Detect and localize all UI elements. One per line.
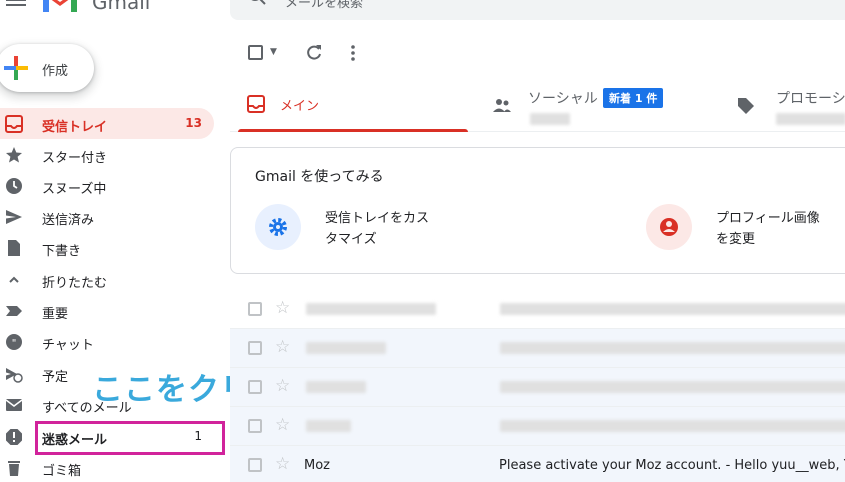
blurred-subject bbox=[500, 342, 845, 354]
active-tab-indicator bbox=[238, 129, 468, 132]
card-item-line: を変更 bbox=[716, 232, 756, 247]
sidebar-item-collapse[interactable]: 折りたたむ bbox=[0, 264, 214, 295]
row-checkbox[interactable] bbox=[248, 458, 262, 472]
tab-label: ソーシャル bbox=[528, 91, 598, 107]
row-checkbox[interactable] bbox=[248, 419, 262, 433]
blurred-preview bbox=[776, 113, 845, 125]
sidebar-item-label: チャット bbox=[42, 338, 94, 353]
search-input[interactable]: メールを検索 bbox=[285, 0, 363, 11]
annotation-highlight-box bbox=[35, 421, 225, 455]
tab-primary[interactable]: メイン bbox=[238, 76, 468, 132]
get-started-card: Gmail を使ってみる 受信トレイをカス タマイズ プロフィール画像 を変更 bbox=[230, 147, 845, 274]
tab-social[interactable]: ソーシャル 新着 1 件 bbox=[490, 76, 720, 132]
spam-icon bbox=[6, 429, 22, 445]
sidebar-item-label: 重要 bbox=[42, 307, 69, 322]
main-menu-icon[interactable] bbox=[6, 0, 26, 8]
card-title: Gmail を使ってみる bbox=[255, 169, 384, 185]
star-icon[interactable]: ☆ bbox=[275, 337, 290, 357]
sidebar-item-label: ゴミ箱 bbox=[42, 464, 82, 479]
search-icon[interactable] bbox=[248, 0, 268, 6]
top-bar: Gmail メールを検索 bbox=[0, 0, 845, 30]
sidebar-item-label: 予定 bbox=[42, 370, 69, 385]
chevron-up-icon bbox=[9, 276, 19, 283]
sidebar-item-label: 送信済み bbox=[42, 213, 95, 228]
blurred-sender bbox=[306, 420, 351, 432]
card-item-line: 受信トレイをカス bbox=[325, 211, 430, 226]
sidebar-item-label: 受信トレイ bbox=[42, 120, 108, 135]
sidebar-item-label: スヌーズ中 bbox=[42, 182, 107, 197]
card-item-line: タマイズ bbox=[325, 232, 377, 247]
change-profile-picture-button[interactable] bbox=[646, 204, 692, 250]
sidebar-item-snoozed[interactable]: スヌーズ中 bbox=[0, 170, 214, 201]
send-icon bbox=[6, 210, 22, 224]
gmail-logo-icon[interactable] bbox=[40, 0, 80, 12]
star-icon[interactable]: ☆ bbox=[275, 298, 290, 318]
tag-icon bbox=[738, 98, 754, 114]
scheduled-icon bbox=[6, 368, 23, 383]
email-row[interactable]: ☆ bbox=[230, 407, 845, 446]
people-icon bbox=[493, 99, 511, 112]
more-vert-icon[interactable] bbox=[343, 43, 363, 63]
svg-text:": " bbox=[12, 338, 17, 349]
blurred-preview bbox=[530, 113, 570, 125]
clock-icon bbox=[6, 178, 22, 194]
star-icon[interactable]: ☆ bbox=[275, 454, 290, 474]
select-dropdown-icon[interactable]: ▼ bbox=[270, 47, 277, 57]
customize-inbox-button[interactable] bbox=[255, 204, 301, 250]
email-row[interactable]: ☆ bbox=[230, 329, 845, 368]
tab-promotions[interactable]: プロモーション bbox=[732, 76, 845, 132]
sidebar-item-starred[interactable]: スター付き bbox=[0, 139, 214, 170]
blurred-subject bbox=[500, 420, 845, 432]
email-row[interactable]: ☆ bbox=[230, 368, 845, 407]
app-name: Gmail bbox=[92, 0, 151, 14]
sidebar-item-drafts[interactable]: 下書き bbox=[0, 232, 214, 263]
inbox-icon bbox=[5, 115, 23, 133]
change-profile-picture-text[interactable]: プロフィール画像 を変更 bbox=[716, 208, 845, 250]
account-icon bbox=[660, 218, 678, 236]
sidebar-item-chat[interactable]: " チャット bbox=[0, 326, 214, 357]
inbox-icon bbox=[247, 95, 265, 113]
select-all-checkbox[interactable] bbox=[248, 45, 263, 60]
email-row[interactable]: ☆ Moz Please activate your Moz account. … bbox=[230, 446, 845, 482]
tab-label: プロモーション bbox=[776, 91, 845, 107]
trash-icon bbox=[8, 461, 20, 476]
blurred-subject bbox=[500, 381, 845, 393]
email-sender: Moz bbox=[304, 458, 330, 473]
blurred-sender bbox=[306, 342, 386, 354]
compose-button[interactable]: 作成 bbox=[0, 44, 94, 92]
sidebar-item-label: スター付き bbox=[42, 151, 108, 166]
blurred-subject bbox=[500, 303, 845, 315]
mail-icon bbox=[5, 399, 23, 411]
tab-label: メイン bbox=[280, 99, 320, 114]
blurred-sender bbox=[306, 381, 366, 393]
draft-icon bbox=[8, 240, 20, 256]
sidebar-item-label: 折りたたむ bbox=[42, 276, 108, 291]
sidebar-item-important[interactable]: 重要 bbox=[0, 295, 214, 326]
sidebar-item-inbox[interactable]: 受信トレイ 13 bbox=[0, 108, 214, 139]
plus-icon bbox=[4, 56, 28, 80]
email-row[interactable]: ☆ bbox=[230, 290, 845, 329]
row-checkbox[interactable] bbox=[248, 380, 262, 394]
email-subject: Please activate your Moz account. - Hell… bbox=[499, 458, 845, 473]
star-icon bbox=[6, 147, 22, 163]
sidebar-item-sent[interactable]: 送信済み bbox=[0, 201, 214, 232]
chat-icon: " bbox=[6, 334, 22, 350]
row-checkbox[interactable] bbox=[248, 302, 262, 316]
row-checkbox[interactable] bbox=[248, 341, 262, 355]
customize-inbox-text[interactable]: 受信トレイをカス タマイズ bbox=[325, 208, 455, 250]
sidebar-item-label: 下書き bbox=[42, 244, 82, 259]
card-item-line: プロフィール画像 bbox=[716, 211, 820, 226]
unread-count: 13 bbox=[185, 116, 202, 130]
star-icon[interactable]: ☆ bbox=[275, 415, 290, 435]
refresh-icon[interactable] bbox=[304, 43, 324, 63]
blurred-sender bbox=[306, 303, 436, 315]
new-badge: 新着 1 件 bbox=[603, 88, 664, 108]
compose-label: 作成 bbox=[42, 64, 69, 79]
star-icon[interactable]: ☆ bbox=[275, 376, 290, 396]
gear-icon bbox=[269, 218, 287, 236]
important-icon bbox=[6, 306, 22, 316]
sidebar-item-trash[interactable]: ゴミ箱 bbox=[0, 452, 214, 482]
